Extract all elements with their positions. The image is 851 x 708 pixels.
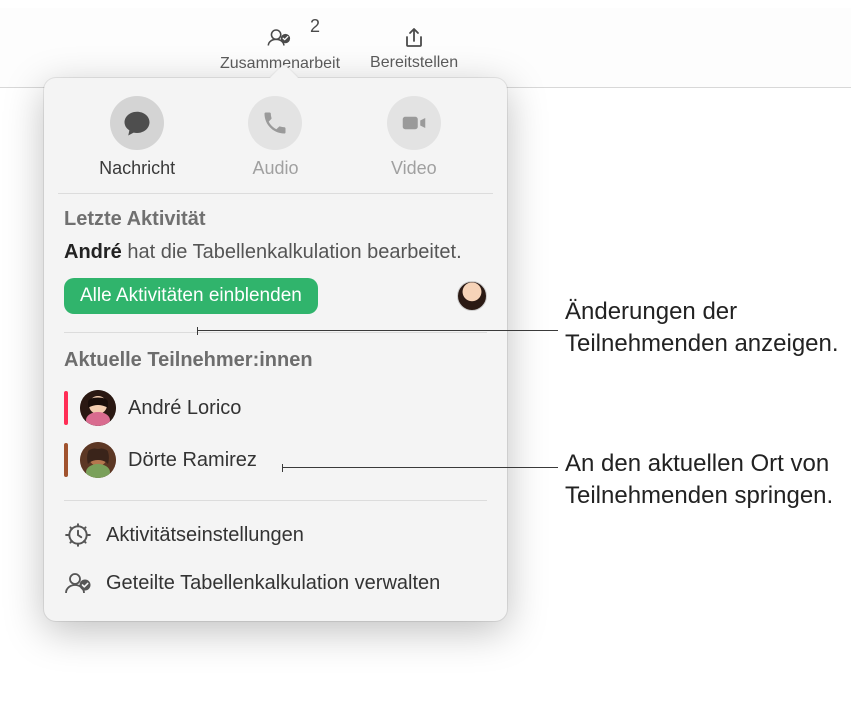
manage-shared-row[interactable]: Geteilte Tabellenkalkulation verwalten	[64, 559, 487, 607]
participants-title: Aktuelle Teilnehmer:innen	[64, 349, 487, 372]
participant-row[interactable]: André Lorico	[64, 382, 487, 434]
comm-video-label: Video	[391, 158, 437, 179]
comm-message[interactable]: Nachricht	[68, 96, 206, 179]
callout-jump: An den aktuellen Ort von Teilnehmenden s…	[565, 448, 851, 513]
activity-actor: André	[64, 241, 122, 263]
avatar	[80, 390, 116, 426]
presence-indicator	[64, 391, 68, 425]
presence-indicator	[64, 443, 68, 477]
collaboration-badge: 2	[310, 16, 320, 37]
callout-line	[198, 330, 558, 331]
toolbar-share-label: Bereitstellen	[370, 54, 458, 72]
video-icon	[387, 96, 441, 150]
collaboration-icon	[266, 23, 294, 51]
comm-message-label: Nachricht	[99, 158, 175, 179]
activity-description: André hat die Tabellenkalkulation bearbe…	[64, 241, 487, 264]
communication-row: Nachricht Audio Video	[58, 78, 493, 194]
comm-video[interactable]: Video	[345, 96, 483, 179]
activity-settings-label: Aktivitätseinstellungen	[106, 524, 304, 547]
participant-name: André Lorico	[128, 397, 241, 420]
activity-action: hat die Tabellenkalkulation bearbeitet.	[122, 241, 462, 263]
activity-avatar[interactable]	[457, 281, 487, 311]
people-check-icon	[64, 569, 92, 597]
gear-clock-icon	[64, 521, 92, 549]
current-participants-section: Aktuelle Teilnehmer:innen André Lorico D…	[64, 333, 487, 501]
toolbar-share[interactable]: Bereitstellen	[370, 8, 458, 87]
callout-changes: Änderungen der Teilnehmenden anzeigen.	[565, 296, 851, 361]
window-toolbar: Zusammenarbeit 2 Zusammenarbeit Bereitst…	[0, 8, 851, 88]
share-icon	[400, 24, 428, 52]
activity-settings-row[interactable]: Aktivitätseinstellungen	[64, 511, 487, 559]
participant-name: Dörte Ramirez	[128, 449, 257, 472]
message-icon	[110, 96, 164, 150]
show-all-activities-button[interactable]: Alle Aktivitäten einblenden	[64, 278, 318, 314]
recent-activity-title: Letzte Aktivität	[64, 208, 487, 231]
manage-shared-label: Geteilte Tabellenkalkulation verwalten	[106, 572, 440, 595]
comm-audio-label: Audio	[252, 158, 298, 179]
comm-audio[interactable]: Audio	[206, 96, 344, 179]
collaboration-popover: Nachricht Audio Video Letzte Aktivität A…	[44, 78, 507, 621]
callout-line	[283, 467, 558, 468]
settings-section: Aktivitätseinstellungen Geteilte Tabelle…	[64, 501, 487, 621]
participant-row[interactable]: Dörte Ramirez	[64, 434, 487, 486]
phone-icon	[248, 96, 302, 150]
avatar	[80, 442, 116, 478]
recent-activity-section: Letzte Aktivität André hat die Tabellenk…	[44, 194, 507, 621]
